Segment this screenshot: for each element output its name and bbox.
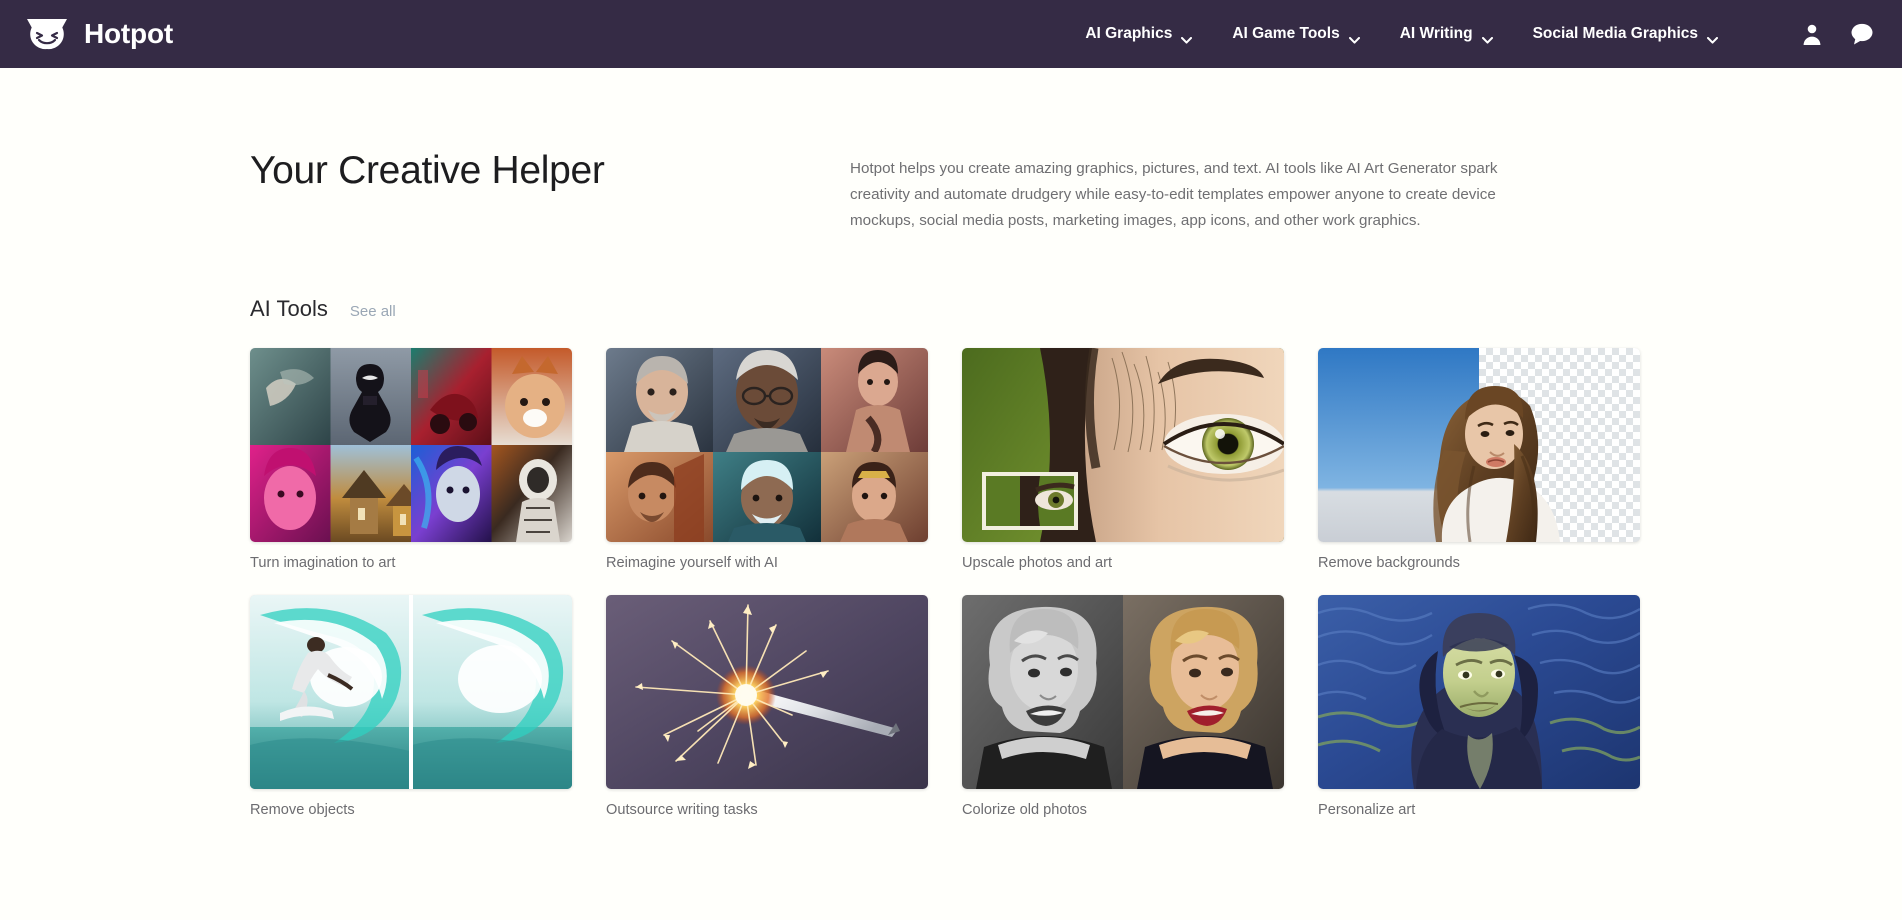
nav-item-social-media-graphics[interactable]: Social Media Graphics — [1533, 25, 1718, 43]
brand-name: Hotpot — [84, 18, 173, 50]
style-transfer-mona-lisa-thumbnail — [1318, 595, 1640, 789]
section-title: AI Tools — [250, 296, 328, 322]
chat-bubble-icon[interactable] — [1850, 22, 1874, 46]
header-icon-group — [1800, 22, 1874, 46]
tool-card-label: Turn imagination to art — [250, 555, 572, 571]
tool-card-remove-backgrounds[interactable]: Remove backgrounds — [1318, 348, 1640, 571]
background-removal-thumbnail — [1318, 348, 1640, 542]
tool-card-label: Colorize old photos — [962, 802, 1284, 818]
ai-tools-section: AI Tools See all — [250, 296, 1650, 818]
colorize-portrait-thumbnail — [962, 595, 1284, 789]
main-navigation: AI Graphics AI Game Tools AI Writing Soc… — [1085, 22, 1874, 46]
nav-label: Social Media Graphics — [1533, 25, 1698, 43]
tool-card-label: Reimagine yourself with AI — [606, 555, 928, 571]
tool-card-personalize-art[interactable]: Personalize art — [1318, 595, 1640, 818]
tool-card-label: Personalize art — [1318, 802, 1640, 818]
tool-card-upscale-photos-and-art[interactable]: Upscale photos and art — [962, 348, 1284, 571]
page-title: Your Creative Helper — [250, 146, 850, 234]
hotpot-smiling-pot-icon — [24, 16, 70, 52]
nav-label: AI Writing — [1400, 25, 1473, 43]
hero-description: Hotpot helps you create amazing graphics… — [850, 146, 1540, 234]
hero-section: Your Creative Helper Hotpot helps you cr… — [0, 68, 1902, 234]
tool-card-remove-objects[interactable]: Remove objects — [250, 595, 572, 818]
eye-upscale-thumbnail — [962, 348, 1284, 542]
chevron-down-icon — [1349, 31, 1360, 38]
tool-card-outsource-writing-tasks[interactable]: Outsource writing tasks — [606, 595, 928, 818]
chevron-down-icon — [1482, 31, 1493, 38]
site-header: Hotpot AI Graphics AI Game Tools AI Writ… — [0, 0, 1902, 68]
nav-label: AI Game Tools — [1232, 25, 1339, 43]
sparkling-pen-thumbnail — [606, 595, 928, 789]
brand-logo-link[interactable]: Hotpot — [24, 16, 173, 52]
tool-card-reimagine-yourself-with-ai[interactable]: Reimagine yourself with AI — [606, 348, 928, 571]
tool-card-label: Outsource writing tasks — [606, 802, 928, 818]
nav-item-ai-game-tools[interactable]: AI Game Tools — [1232, 25, 1359, 43]
chevron-down-icon — [1181, 31, 1192, 38]
tool-card-label: Upscale photos and art — [962, 555, 1284, 571]
ai-tools-grid: Turn imagination to art — [250, 348, 1650, 818]
user-account-icon[interactable] — [1800, 22, 1824, 46]
nav-label: AI Graphics — [1085, 25, 1172, 43]
nav-item-ai-graphics[interactable]: AI Graphics — [1085, 25, 1192, 43]
nav-item-ai-writing[interactable]: AI Writing — [1400, 25, 1493, 43]
tool-card-turn-imagination-to-art[interactable]: Turn imagination to art — [250, 348, 572, 571]
ai-portrait-grid-thumbnail — [606, 348, 928, 542]
object-removal-surfer-thumbnail — [250, 595, 572, 789]
tool-card-label: Remove objects — [250, 802, 572, 818]
ai-tools-header: AI Tools See all — [250, 296, 1650, 322]
tool-card-label: Remove backgrounds — [1318, 555, 1640, 571]
ai-art-grid-thumbnail — [250, 348, 572, 542]
tool-card-colorize-old-photos[interactable]: Colorize old photos — [962, 595, 1284, 818]
chevron-down-icon — [1707, 31, 1718, 38]
see-all-link[interactable]: See all — [350, 303, 396, 320]
